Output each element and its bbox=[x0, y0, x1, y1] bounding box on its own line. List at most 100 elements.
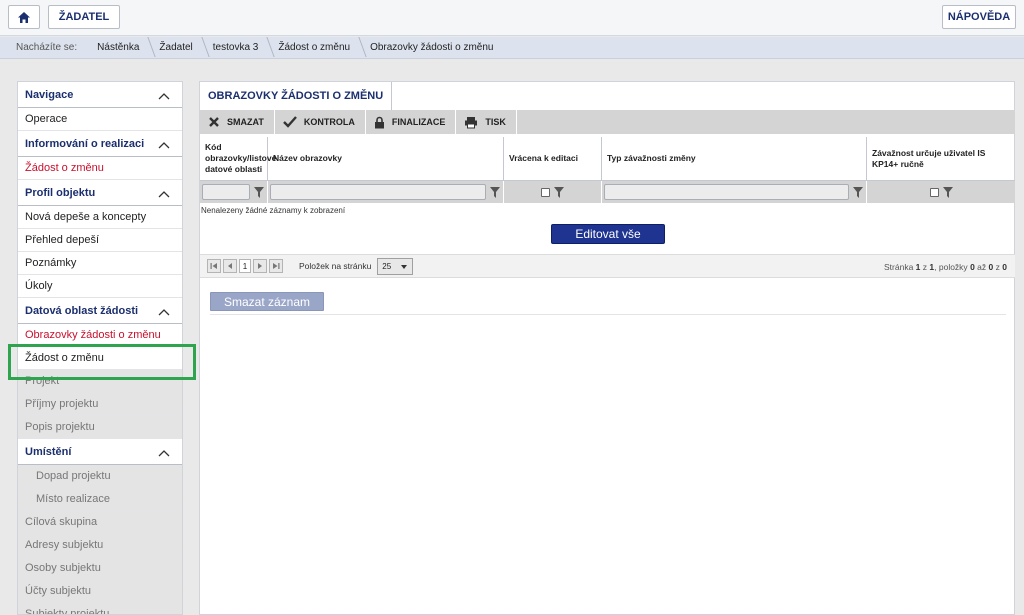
column-header-kod[interactable]: Kód obrazovky/listové datové oblasti bbox=[200, 137, 276, 180]
sidebar-item-ucty[interactable]: Účty subjektu bbox=[18, 580, 182, 603]
filter-cell-nazev bbox=[268, 181, 504, 203]
pager-info-from: 0 bbox=[970, 262, 975, 272]
help-button[interactable]: NÁPOVĚDA bbox=[942, 5, 1016, 29]
grid-header: Kód obrazovky/listové datové oblasti Náz… bbox=[200, 137, 1015, 181]
first-page-icon bbox=[210, 263, 217, 269]
filter-icon[interactable] bbox=[853, 186, 863, 198]
sidebar-item-operace[interactable]: Operace bbox=[18, 108, 182, 131]
sidebar-item-zadost-o-zmenu[interactable]: Žádost o změnu bbox=[18, 347, 182, 370]
last-page-button[interactable] bbox=[269, 259, 283, 273]
per-page-label: Položek na stránku bbox=[299, 261, 372, 271]
breadcrumb-label: Nacházíte se: bbox=[16, 42, 78, 53]
filter-input-nazev[interactable] bbox=[270, 184, 486, 200]
sidebar-item-projekt[interactable]: Projekt bbox=[18, 370, 182, 393]
sidebar-item-osoby[interactable]: Osoby subjektu bbox=[18, 557, 182, 580]
per-page-value: 25 bbox=[382, 261, 392, 271]
prev-page-button[interactable] bbox=[223, 259, 237, 273]
first-page-button[interactable] bbox=[207, 259, 221, 273]
sidebar-item-prijmy[interactable]: Příjmy projektu bbox=[18, 393, 182, 416]
pager: 1 Položek na stránku 25 Stránka 1 z 1, p… bbox=[200, 254, 1015, 278]
tab-obrazovky[interactable]: OBRAZOVKY ŽÁDOSTI O ZMĚNU bbox=[200, 82, 393, 110]
filter-icon[interactable] bbox=[254, 186, 264, 198]
sidebar-section-umisteni[interactable]: Umístění bbox=[18, 439, 182, 465]
sidebar-item-popis[interactable]: Popis projektu bbox=[18, 416, 182, 439]
top-bar: ŽADATEL NÁPOVĚDA bbox=[0, 0, 1024, 36]
sidebar-item-zadost-o-zmenu-active[interactable]: Žádost o změnu bbox=[18, 157, 182, 180]
kontrola-label: KONTROLA bbox=[303, 117, 355, 127]
kontrola-button[interactable]: KONTROLA bbox=[275, 110, 366, 134]
tisk-label: TISK bbox=[485, 117, 506, 127]
column-header-vracena[interactable]: Vrácena k editaci bbox=[504, 137, 602, 180]
sidebar-section-label: Navigace bbox=[25, 88, 74, 101]
filter-row bbox=[200, 181, 1015, 203]
chevron-up-icon bbox=[158, 450, 170, 457]
main-panel: OBRAZOVKY ŽÁDOSTI O ZMĚNU SMAZAT KONTROL… bbox=[199, 81, 1015, 615]
pager-info-to-word: až bbox=[977, 262, 987, 272]
filter-icon[interactable] bbox=[490, 186, 500, 198]
sidebar-item-subjekty[interactable]: Subjekty projektu bbox=[18, 603, 182, 614]
breadcrumb: Nacházíte se: Nástěnka Žadatel testovka … bbox=[0, 37, 1024, 59]
sidebar-section-label: Informování o realizaci bbox=[25, 137, 145, 150]
finalizace-button[interactable]: FINALIZACE bbox=[366, 110, 457, 134]
toolbar: SMAZAT KONTROLA FINALIZACE TISK bbox=[200, 110, 1015, 134]
sidebar-section-informovani[interactable]: Informování o realizaci bbox=[18, 131, 182, 157]
sidebar-item-adresy[interactable]: Adresy subjektu bbox=[18, 534, 182, 557]
zadatel-button[interactable]: ŽADATEL bbox=[48, 5, 120, 29]
next-page-button[interactable] bbox=[253, 259, 267, 273]
filter-icon[interactable] bbox=[942, 186, 953, 198]
breadcrumb-item-testovka[interactable]: testovka 3 bbox=[203, 42, 269, 53]
filter-cell-zavaznost bbox=[867, 181, 1015, 203]
edit-all-button[interactable]: Editovat vše bbox=[551, 224, 665, 244]
sidebar-item-obrazovky[interactable]: Obrazovky žádosti o změnu bbox=[18, 324, 182, 347]
divider bbox=[210, 314, 1006, 315]
sidebar-item-nova-depese[interactable]: Nová depeše a koncepty bbox=[18, 206, 182, 229]
sidebar-section-profil[interactable]: Profil objektu bbox=[18, 180, 182, 206]
filter-input-typ[interactable] bbox=[604, 184, 849, 200]
breadcrumb-item-current: Obrazovky žádosti o změnu bbox=[370, 42, 494, 53]
per-page-select[interactable]: 25 bbox=[377, 257, 414, 275]
breadcrumb-item-nastenka[interactable]: Nástěnka bbox=[87, 42, 149, 53]
pager-info-to: 0 bbox=[988, 262, 994, 272]
sidebar-section-navigace[interactable]: Navigace bbox=[18, 82, 182, 108]
breadcrumb-item-zadost[interactable]: Žádost o změnu bbox=[268, 42, 360, 53]
sidebar-section-label: Umístění bbox=[25, 445, 72, 458]
smazat-button[interactable]: SMAZAT bbox=[200, 110, 275, 134]
close-icon bbox=[209, 117, 219, 127]
pager-info-total: 0 bbox=[1002, 262, 1007, 272]
sidebar-section-datova-oblast[interactable]: Datová oblast žádosti bbox=[18, 298, 182, 324]
sidebar-section-label: Datová oblast žádosti bbox=[25, 304, 139, 317]
tisk-button[interactable]: TISK bbox=[456, 110, 517, 134]
home-button[interactable] bbox=[8, 5, 40, 29]
sidebar-item-poznamky[interactable]: Poznámky bbox=[18, 252, 182, 275]
column-header-typ[interactable]: Typ závažnosti změny bbox=[602, 137, 867, 180]
filter-input-kod[interactable] bbox=[202, 184, 250, 200]
last-page-icon bbox=[273, 263, 280, 269]
pager-info-page: 1 bbox=[915, 262, 921, 272]
chevron-up-icon bbox=[158, 191, 170, 198]
printer-icon bbox=[465, 116, 478, 128]
column-header-nazev[interactable]: Název obrazovky bbox=[268, 137, 504, 180]
filter-checkbox-zavaznost[interactable] bbox=[929, 187, 939, 197]
delete-record-button[interactable]: Smazat záznam bbox=[210, 292, 324, 311]
filter-icon[interactable] bbox=[554, 186, 564, 198]
sidebar-item-ukoly[interactable]: Úkoly bbox=[18, 275, 182, 298]
breadcrumb-item-zadatel[interactable]: Žadatel bbox=[149, 42, 202, 53]
pager-info-prefix: Stránka bbox=[884, 262, 914, 272]
filter-cell-typ bbox=[602, 181, 867, 203]
chevron-up-icon bbox=[158, 142, 170, 149]
sidebar-item-dopad[interactable]: Dopad projektu bbox=[18, 465, 182, 488]
sidebar-item-cilova-skupina[interactable]: Cílová skupina bbox=[18, 511, 182, 534]
sidebar-item-prehled-depesi[interactable]: Přehled depeší bbox=[18, 229, 182, 252]
smazat-label: SMAZAT bbox=[227, 117, 264, 127]
filter-cell-kod bbox=[200, 181, 268, 203]
pager-info-items: , položky bbox=[934, 262, 968, 272]
pager-info: Stránka 1 z 1, položky 0 až 0 z 0 bbox=[884, 262, 1007, 272]
filter-checkbox-vracena[interactable] bbox=[541, 187, 550, 197]
sidebar-item-misto[interactable]: Místo realizace bbox=[18, 488, 182, 511]
pager-info-z: z bbox=[995, 262, 1000, 272]
column-header-zavaznost[interactable]: Závažnost určuje uživatel IS KP14+ ručně bbox=[867, 137, 1015, 180]
page-number[interactable]: 1 bbox=[239, 259, 251, 273]
sidebar-section-label: Profil objektu bbox=[25, 186, 96, 199]
finalizace-label: FINALIZACE bbox=[391, 117, 446, 127]
chevron-up-icon bbox=[158, 309, 170, 316]
